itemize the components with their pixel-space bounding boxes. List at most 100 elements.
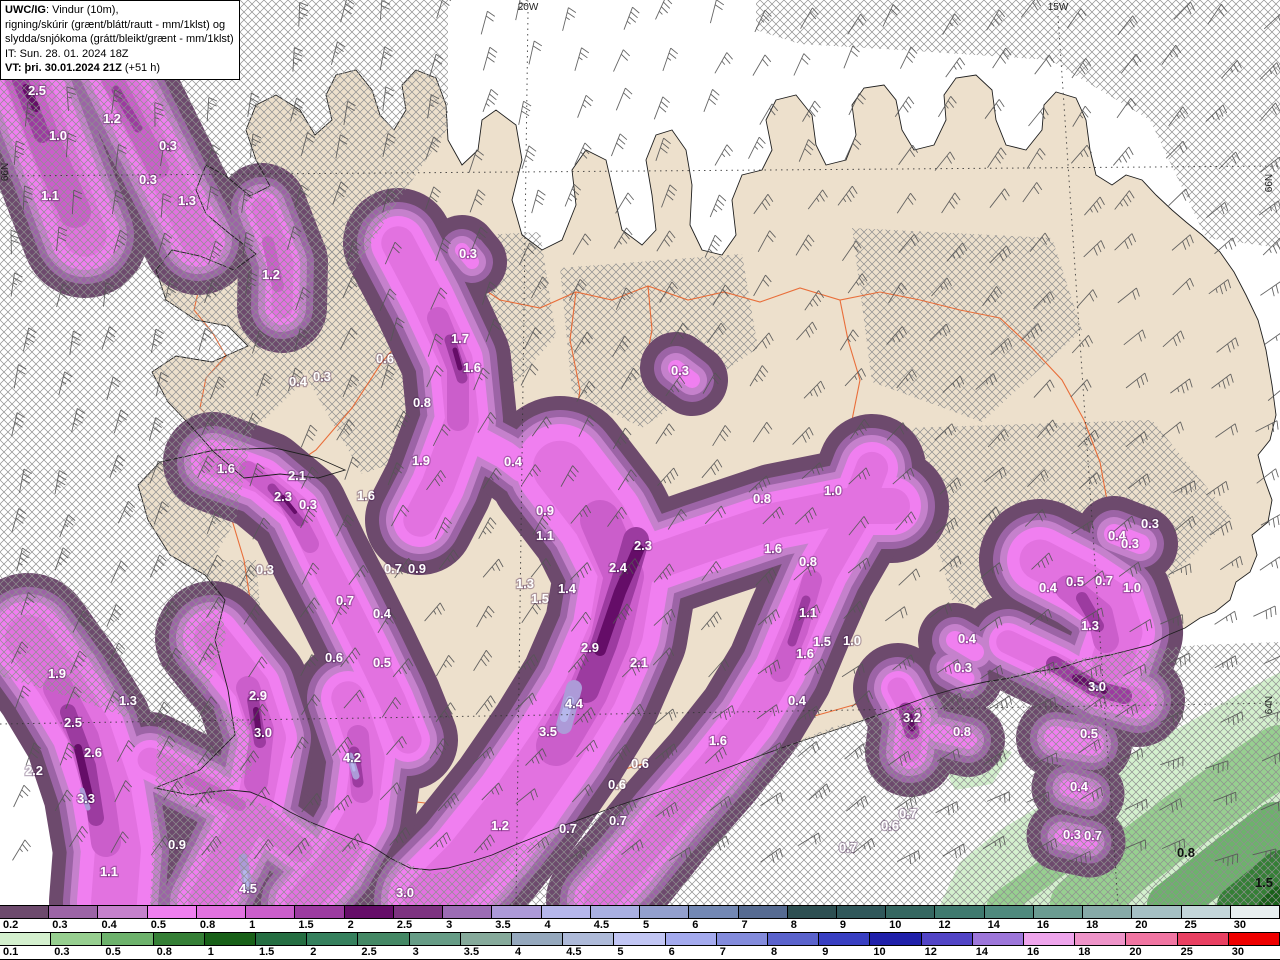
sleet-value-label: 0.3 bbox=[299, 497, 317, 512]
rain-scale-swatch bbox=[0, 933, 52, 945]
rain-scale-tick-label: 0.8 bbox=[156, 946, 172, 958]
rain-scale-swatch bbox=[921, 933, 973, 945]
sleet-value-label: 0.5 bbox=[373, 655, 391, 670]
sleet-value-label: 1.6 bbox=[463, 360, 481, 375]
sleet-value-label: 2.1 bbox=[630, 655, 648, 670]
sleet-value-label: 0.5 bbox=[1080, 726, 1098, 741]
rain-scale-swatch bbox=[768, 933, 820, 945]
rain-scale-tick-label: 10 bbox=[873, 946, 886, 958]
latitude-label: 66N bbox=[0, 163, 11, 181]
rain-scale-tick-label: 16 bbox=[1027, 946, 1040, 958]
sleet-value-label: 1.0 bbox=[49, 128, 67, 143]
sleet-value-label: 2.1 bbox=[288, 468, 306, 483]
sleet-value-label: 1.9 bbox=[48, 666, 66, 681]
rain-scale-tick-label: 0.3 bbox=[54, 946, 70, 958]
sleet-value-label: 0.6 bbox=[325, 650, 343, 665]
sleet-value-label: 0.3 bbox=[459, 246, 477, 261]
sleet-value-label: 1.0 bbox=[843, 633, 861, 648]
sleet-value-label: 0.7 bbox=[609, 813, 627, 828]
forecast-map: 2.51.21.00.30.31.1 1.31.20.30.31.70.61.60… bbox=[0, 0, 1280, 960]
weather-map-screenshot: 2.5 1.2 1.0 0.3 0.3 1.1 1.3 1.2 0.3 0.3 1.7 0.6 1.6 0… bbox=[0, 0, 1280, 960]
title-line-3: slydda/snjókoma (grátt/bleikt/grænt - mm… bbox=[5, 33, 234, 46]
rain-scale-swatch bbox=[1126, 933, 1178, 945]
rain-scale-tick-label: 1.5 bbox=[259, 946, 275, 958]
latitude-label: 64N bbox=[1264, 696, 1275, 714]
sleet-value-label: 2.9 bbox=[249, 688, 267, 703]
sleet-scale-swatch bbox=[393, 906, 444, 918]
title-line-1: UWC/IG: Vindur (10m), bbox=[5, 4, 119, 16]
sleet-value-label: 0.4 bbox=[373, 606, 392, 621]
sleet-value-label: 1.3 bbox=[119, 693, 137, 708]
rain-scale-tick-label: 4.5 bbox=[566, 946, 582, 958]
rain-scale-labels: 0.1 0.3 0.5 0.8 1 1.5 2 2.5 3 3.5 4 4.5 5 6 7 8 9 10 12 14 1… bbox=[0, 946, 1280, 960]
rain-scale-swatch bbox=[307, 933, 359, 945]
sleet-value-label: 0.7 bbox=[384, 561, 402, 576]
sleet-scale-swatch bbox=[492, 906, 542, 918]
sleet-value-label: 0.6 bbox=[376, 351, 394, 366]
sleet-scale-tick-label: 4 bbox=[544, 919, 551, 931]
sleet-value-label: 0.8 bbox=[799, 554, 817, 569]
rain-scale-tick-label: 8 bbox=[771, 946, 778, 958]
sleet-value-label: 0.3 bbox=[256, 562, 274, 577]
rain-scale-tick-label: 20 bbox=[1129, 946, 1142, 958]
sleet-value-label: 0.6 bbox=[608, 777, 626, 792]
sleet-value-label: 0.4 bbox=[1070, 779, 1089, 794]
sleet-scale-swatch bbox=[984, 906, 1034, 918]
sleet-value-label: 2.6 bbox=[84, 745, 102, 760]
sleet-value-label: 1.7 bbox=[451, 331, 469, 346]
rain-scale-tick-label: 9 bbox=[822, 946, 829, 958]
longitude-label: 20W bbox=[518, 2, 539, 13]
sleet-value-label: 0.3 bbox=[671, 363, 689, 378]
sleet-value-label: 1.3 bbox=[516, 576, 534, 591]
sleet-scale-tick-label: 0.3 bbox=[52, 919, 68, 931]
sleet-value-label: 3.3 bbox=[77, 791, 95, 806]
sleet-scale-tick-label: 8 bbox=[790, 919, 797, 931]
sleet-value-label: 0.7 bbox=[559, 821, 577, 836]
sleet-scale-tick-label: 6 bbox=[692, 919, 699, 931]
sleet-scale-swatch bbox=[689, 906, 739, 918]
sleet-scale-tick-label: 30 bbox=[1233, 919, 1247, 931]
sleet-value-label: 2.4 bbox=[609, 560, 628, 575]
sleet-value-label: 1.3 bbox=[178, 193, 196, 208]
sleet-scale-swatch bbox=[295, 906, 345, 918]
sleet-scale-tick-label: 10 bbox=[889, 919, 902, 931]
sleet-value-label: 1.6 bbox=[796, 646, 814, 661]
sleet-value-label: 2.2 bbox=[25, 763, 43, 778]
sleet-value-label: 0.7 bbox=[1095, 573, 1113, 588]
sleet-value-label: 1.1 bbox=[799, 605, 817, 620]
sleet-value-label: 2.5 bbox=[28, 83, 46, 98]
sleet-value-label: 2.9 bbox=[581, 640, 599, 655]
sleet-scale-swatch bbox=[1033, 906, 1084, 918]
sleet-scale-swatch bbox=[98, 906, 148, 918]
rain-scale-tick-label: 3.5 bbox=[463, 946, 480, 958]
sleet-scale-swatch bbox=[590, 906, 641, 918]
valid-time: VT: þri. 30.01.2024 21Z (+51 h) bbox=[5, 62, 161, 75]
sleet-scale-bar bbox=[0, 905, 1280, 919]
sleet-value-label: 0.6 bbox=[631, 756, 649, 771]
sleet-value-label: 0.7 bbox=[899, 806, 917, 821]
rain-scale-tick-label: 30 bbox=[1231, 946, 1245, 958]
sleet-value-label: 0.3 bbox=[1063, 827, 1081, 842]
sleet-scale-tick-label: 25 bbox=[1184, 919, 1197, 931]
rain-scale-swatch bbox=[1024, 933, 1076, 945]
sleet-value-label: 1.5 bbox=[813, 634, 831, 649]
sleet-value-label: 2.3 bbox=[634, 538, 652, 553]
sleet-scale-swatch bbox=[1230, 906, 1280, 918]
rain-value-label: 0.8 bbox=[1177, 845, 1195, 860]
rain-scale-swatch bbox=[563, 933, 615, 945]
rain-scale-tick-label: 1 bbox=[207, 946, 214, 958]
sleet-value-label: 1.1 bbox=[41, 188, 59, 203]
rain-scale-swatch bbox=[665, 933, 717, 945]
rain-scale-tick-label: 2.5 bbox=[361, 946, 377, 958]
rain-scale-swatch bbox=[972, 933, 1025, 945]
sleet-value-label: 0.7 bbox=[336, 593, 354, 608]
rain-scale-swatch bbox=[51, 933, 103, 945]
sleet-scale-swatch bbox=[1083, 906, 1133, 918]
sleet-value-label: 0.9 bbox=[168, 837, 186, 852]
sleet-value-label: 1.3 bbox=[1081, 618, 1099, 633]
rain-scale-swatch bbox=[614, 933, 666, 945]
rain-scale-swatch bbox=[153, 933, 205, 945]
rain-scale-tick-label: 18 bbox=[1078, 946, 1091, 958]
sleet-value-label: 0.3 bbox=[1121, 536, 1139, 551]
longitude-label: 15W bbox=[1048, 2, 1069, 13]
